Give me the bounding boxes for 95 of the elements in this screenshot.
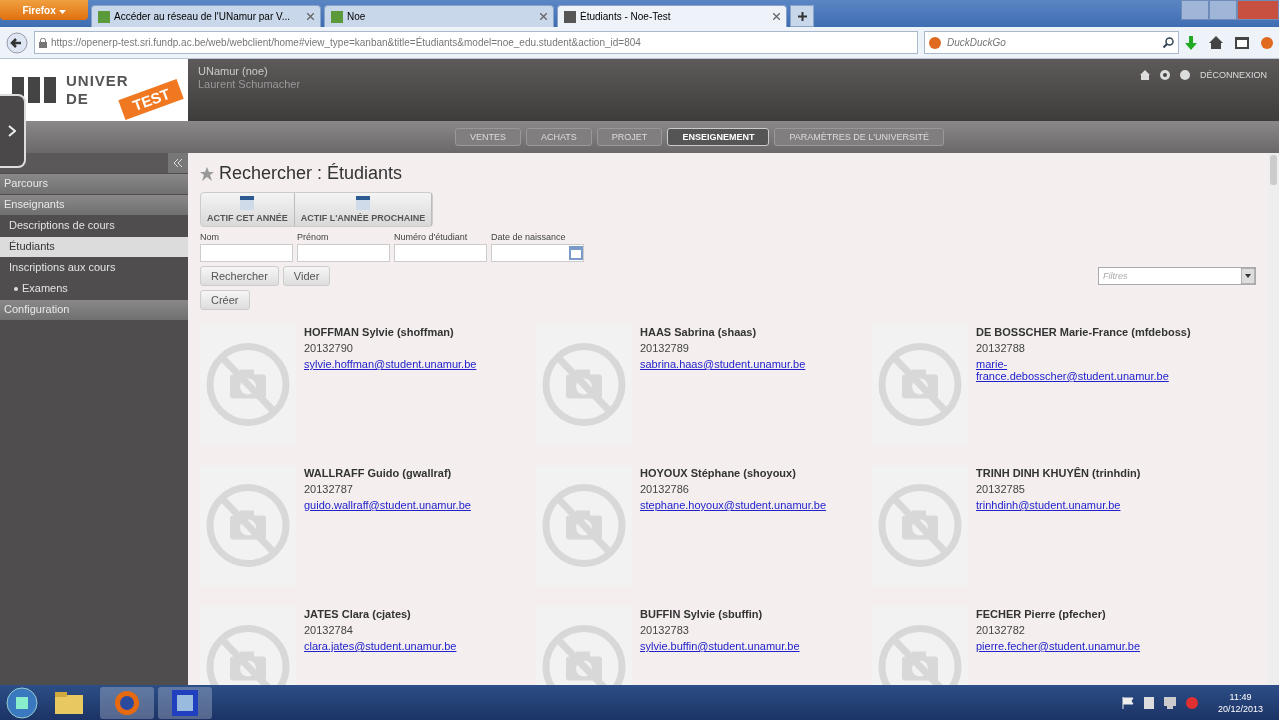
new-tab-button[interactable] [790, 5, 814, 27]
student-name: JATES Clara (cjates) [304, 608, 412, 620]
scrollbar[interactable] [1268, 153, 1279, 685]
firefox-icon[interactable] [114, 689, 140, 716]
input-field[interactable] [297, 244, 390, 262]
field-label: Date de naissance [491, 232, 567, 242]
home-icon[interactable] [1140, 70, 1150, 80]
close-icon[interactable] [307, 13, 314, 20]
window-controls[interactable] [1181, 0, 1279, 20]
browser-tab[interactable]: Étudiants - Noe-Test [557, 5, 787, 27]
search-icon[interactable] [1163, 37, 1174, 48]
field-label: Numéro d'étudiant [394, 232, 469, 242]
student-name: TRINH DINH KHUYÊN (trinhdin) [976, 467, 1142, 479]
collapse-icon [174, 159, 182, 167]
document-icon[interactable] [1143, 696, 1154, 709]
email-link[interactable]: sylvie.hoffman@student.unamur.be [304, 358, 519, 370]
browser-tab[interactable]: Noe [324, 5, 554, 27]
student-number: 20132789 [640, 342, 690, 354]
search-bar[interactable]: DuckDuckGo [924, 31, 1179, 54]
calendar-icon[interactable] [569, 246, 583, 260]
student-name: FECHER Pierre (pfecher) [976, 608, 1107, 620]
clock-time: 11:49 [1228, 690, 1253, 703]
logout-link[interactable]: DÉCONNEXION [1200, 70, 1267, 80]
email-link[interactable]: stephane.hoyoux@student.unamur.be [640, 499, 855, 511]
panel-handle[interactable] [0, 94, 26, 168]
student-name: WALLRAFF Guido (gwallraf) [304, 467, 453, 479]
field-label: Nom [200, 232, 220, 242]
company-name: UNamur (noe) [198, 65, 269, 78]
student-name: HAAS Sabrina (shaas) [640, 326, 758, 338]
clear-button[interactable]: Vider [282, 266, 331, 286]
create-button[interactable]: Créer [200, 290, 250, 310]
page-icon [331, 10, 343, 23]
student-number: 20132783 [640, 624, 690, 636]
email-link[interactable]: clara.jates@student.unamur.be [304, 640, 519, 652]
star-icon[interactable] [200, 166, 214, 181]
user-name: Laurent Schumacher [198, 78, 301, 91]
calendar-icon [356, 196, 370, 210]
student-number: 20132787 [304, 483, 354, 495]
student-name: DE BOSSCHER Marie-France (mfdeboss) [976, 326, 1191, 338]
browser-tab[interactable]: Accéder au réseau de l'UNamur par V... [91, 5, 321, 27]
bullet-icon [14, 287, 18, 292]
field-label: Prénom [297, 232, 330, 242]
student-number: 20132782 [976, 624, 1026, 636]
start-icon[interactable] [6, 686, 38, 719]
menu-tab[interactable]: ENSEIGNEMENT [667, 128, 770, 146]
student-number: 20132785 [976, 483, 1026, 495]
email-link[interactable]: pierre.fecher@student.unamur.be [976, 640, 1191, 652]
page-title: Rechercher : Étudiants [219, 163, 403, 184]
sidebar-section[interactable]: Configuration [0, 300, 188, 320]
email-link[interactable]: guido.wallraff@student.unamur.be [304, 499, 519, 511]
back-icon[interactable] [6, 31, 28, 54]
home-icon[interactable] [1209, 36, 1223, 49]
close-icon[interactable] [540, 13, 547, 20]
input-field[interactable] [394, 244, 487, 262]
student-number: 20132784 [304, 624, 354, 636]
clock-date: 20/12/2013 [1217, 702, 1263, 715]
sidebar-item[interactable]: Examens [0, 279, 188, 299]
network-icon[interactable] [1163, 696, 1176, 709]
email-link[interactable]: marie-france.debosscher@student.unamur.be [976, 358, 1191, 382]
email-link[interactable]: sabrina.haas@student.unamur.be [640, 358, 855, 370]
window-icon[interactable] [1235, 36, 1249, 49]
settings-icon[interactable] [1160, 70, 1170, 80]
plus-icon [797, 11, 807, 21]
flag-icon[interactable] [1121, 696, 1134, 709]
student-number: 20132788 [976, 342, 1026, 354]
student-name: HOYOUX Stéphane (shoyoux) [640, 467, 797, 479]
page-icon [98, 10, 110, 23]
collapse-button[interactable] [168, 153, 188, 173]
email-link[interactable]: trinhdinh@student.unamur.be [976, 499, 1191, 511]
input-field[interactable] [200, 244, 293, 262]
sidebar-section[interactable]: Enseignants [0, 195, 188, 215]
sidebar-item[interactable]: Inscriptions aux cours [0, 258, 188, 278]
filter-button[interactable]: ACTIF CET ANNÉE [201, 193, 295, 226]
page-icon [564, 10, 576, 23]
chevron-icon [8, 125, 16, 137]
sidebar-item[interactable]: Étudiants [0, 237, 188, 257]
date-field[interactable] [491, 244, 584, 262]
dropdown-icon [1241, 268, 1255, 284]
student-number: 20132786 [640, 483, 690, 495]
student-name: HOFFMAN Sylvie (shoffman) [304, 326, 455, 338]
close-icon[interactable] [773, 13, 780, 20]
download-icon[interactable] [1185, 35, 1197, 50]
sidebar-item[interactable]: Descriptions de cours [0, 216, 188, 236]
app-icon[interactable] [172, 689, 198, 716]
student-name: BUFFIN Sylvie (sbuffin) [640, 608, 764, 620]
calendar-icon [240, 196, 255, 210]
email-link[interactable]: sylvie.buffin@student.unamur.be [640, 640, 855, 652]
lock-icon [39, 37, 47, 48]
logo-text: DE [66, 90, 89, 107]
folder-icon[interactable] [55, 691, 83, 714]
caret-icon [58, 9, 66, 14]
search-button[interactable]: Rechercher [200, 266, 279, 286]
filter-button[interactable]: ACTIF L'ANNÉE PROCHAINE [294, 193, 433, 226]
student-number: 20132790 [304, 342, 354, 354]
sidebar-section[interactable]: Parcours [0, 174, 188, 194]
